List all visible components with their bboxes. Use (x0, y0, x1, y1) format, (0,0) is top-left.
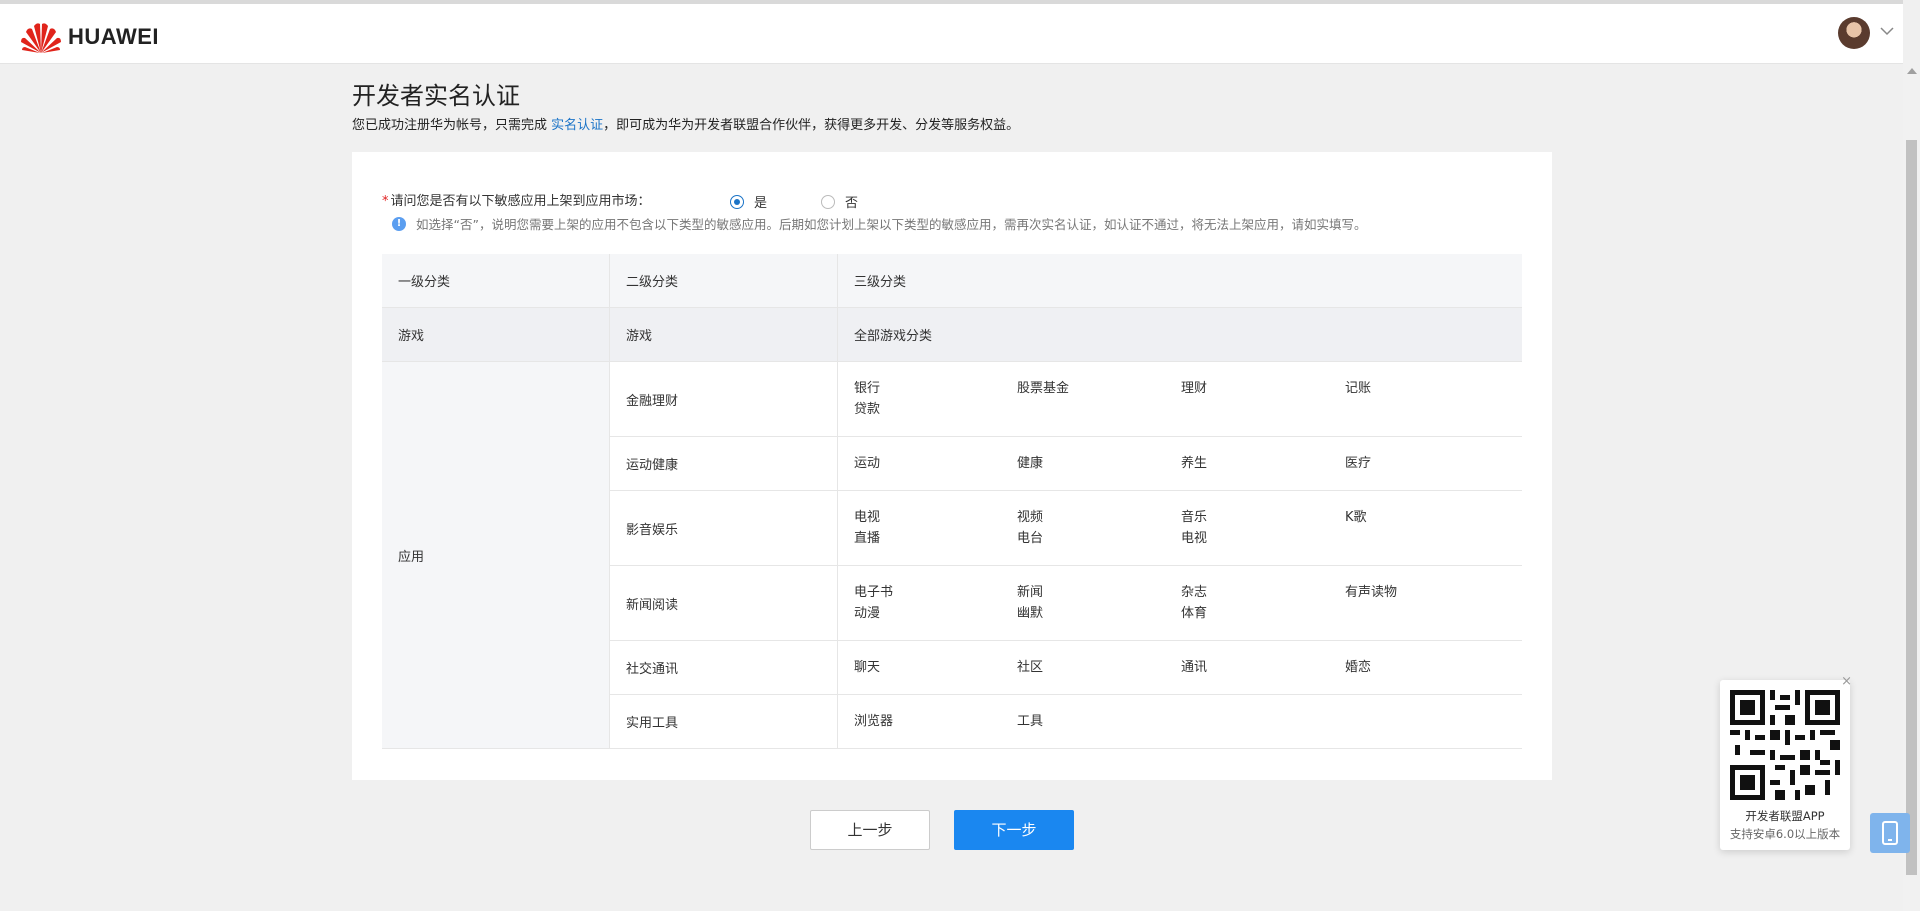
level3-item: 体育 (1181, 605, 1208, 621)
cell-app-level1: 应用 (382, 361, 610, 749)
level3-item: 银行 (854, 380, 881, 396)
real-name-auth-link[interactable]: 实名认证 (551, 118, 603, 133)
intro-text: 您已成功注册华为帐号，只需完成 实名认证，即可成为华为开发者联盟合作伙伴，获得更… (352, 114, 1019, 133)
hint-text: ! 如选择“否”，说明您需要上架的应用不包含以下类型的敏感应用。后期如您计划上架… (392, 214, 1366, 233)
cell-level2: 影音娱乐 (609, 490, 838, 566)
question-label: 请问您是否有以下敏感应用上架到应用市场： (390, 194, 651, 209)
level3-item: 有声读物 (1345, 584, 1398, 600)
cell-level2: 金融理财 (609, 361, 838, 437)
form-card: * 请问您是否有以下敏感应用上架到应用市场： 是 否 ! 如选择“否”，说明您需要… (352, 152, 1552, 780)
level3-item: 医疗 (1345, 455, 1372, 471)
radio-yes-label: 是 (754, 196, 768, 211)
header-level3: 三级分类 (837, 254, 1522, 308)
page-title: 开发者实名认证 (352, 82, 520, 110)
yes-no-radio-group: 是 否 (730, 192, 912, 211)
info-icon: ! (392, 216, 406, 231)
level3-item: 通讯 (1181, 659, 1208, 675)
phone-icon (1882, 821, 1898, 845)
huawei-logo[interactable]: HUAWEI (20, 20, 159, 54)
level3-item: 直播 (854, 530, 881, 546)
table-header-row: 一级分类 二级分类 三级分类 (382, 254, 1522, 308)
cell-level3: 电视 视频 音乐 K歌 直播 电台 电视 (837, 490, 1522, 566)
cell-level3: 电子书 新闻 杂志 有声读物 动漫 幽默 体育 (837, 565, 1522, 641)
top-navbar: HUAWEI (0, 0, 1903, 64)
level3-item: 动漫 (854, 605, 881, 621)
cell-game-level1: 游戏 (382, 307, 610, 362)
logo-text: HUAWEI (68, 24, 159, 49)
scroll-up-arrow-icon[interactable] (1907, 68, 1917, 74)
level3-item: 记账 (1345, 380, 1372, 396)
intro-after: ，即可成为华为开发者联盟合作伙伴，获得更多开发、分发等服务权益。 (603, 118, 1020, 133)
level3-item: 工具 (1017, 713, 1044, 729)
level3-item: 运动 (854, 455, 881, 471)
radio-no-label: 否 (845, 196, 859, 211)
level3-item: 新闻 (1017, 584, 1044, 600)
qr-title: 开发者联盟APP (1745, 809, 1825, 823)
header-level2: 二级分类 (609, 254, 838, 308)
intro-before: 您已成功注册华为帐号，只需完成 (352, 118, 552, 133)
level3-item: 社区 (1017, 659, 1044, 675)
radio-yes-circle[interactable] (730, 194, 744, 209)
level3-item: 视频 (1017, 509, 1044, 525)
huawei-flower-icon (21, 23, 61, 53)
level3-item: 健康 (1017, 455, 1044, 471)
app-qr-popup: × 开发者联盟APP 支持安卓6.0以上版本 (1720, 674, 1852, 850)
level3-item: 电视 (854, 509, 881, 525)
close-icon[interactable]: × (1841, 674, 1852, 689)
level3-item: 电视 (1181, 530, 1208, 546)
level3-item: 理财 (1181, 380, 1208, 396)
cell-level3: 银行 股票基金 理财 记账 贷款 (837, 361, 1522, 437)
cell-level3: 聊天 社区 通讯 婚恋 (837, 640, 1522, 695)
sensitive-app-question: * 请问您是否有以下敏感应用上架到应用市场： (382, 190, 651, 209)
level3-item: K歌 (1345, 509, 1367, 525)
required-mark: * (382, 194, 389, 209)
qr-code-icon (1730, 690, 1840, 800)
page-scrollbar[interactable] (1903, 60, 1920, 911)
cell-level2: 社交通讯 (609, 640, 838, 695)
level3-item: 婚恋 (1345, 659, 1372, 675)
level3-item: 养生 (1181, 455, 1208, 471)
header-level1: 一级分类 (382, 254, 610, 308)
cell-game-level2: 游戏 (609, 307, 838, 362)
category-table: 一级分类 二级分类 三级分类 游戏 游戏 全部游戏分类 应用 金融理财 银行 股… (382, 254, 1522, 749)
cell-level2: 运动健康 (609, 436, 838, 491)
level3-item: 幽默 (1017, 605, 1044, 621)
level3-item: 杂志 (1181, 584, 1208, 600)
cell-game-level3: 全部游戏分类 (837, 307, 1522, 362)
radio-yes[interactable]: 是 (730, 192, 767, 211)
table-row-game: 游戏 游戏 全部游戏分类 (382, 307, 1522, 362)
level3-item: 电子书 (854, 584, 894, 600)
mobile-app-button[interactable] (1870, 813, 1910, 853)
cell-level3: 浏览器 工具 (837, 694, 1522, 749)
level3-item: 聊天 (854, 659, 881, 675)
radio-no-circle[interactable] (821, 194, 836, 209)
hint-label: 如选择“否”，说明您需要上架的应用不包含以下类型的敏感应用。后期如您计划上架以下… (416, 217, 1367, 232)
scrollbar-thumb[interactable] (1906, 140, 1917, 875)
chevron-down-icon[interactable] (1880, 26, 1894, 36)
previous-step-button[interactable]: 上一步 (810, 810, 930, 850)
cell-level3: 运动 健康 养生 医疗 (837, 436, 1522, 491)
cell-level2: 新闻阅读 (609, 565, 838, 641)
cell-level2: 实用工具 (609, 694, 838, 749)
level3-item: 浏览器 (854, 713, 894, 729)
level3-item: 音乐 (1181, 509, 1208, 525)
qr-subtitle: 支持安卓6.0以上版本 (1729, 827, 1841, 841)
level3-item: 电台 (1017, 530, 1044, 546)
user-avatar[interactable] (1838, 17, 1870, 49)
radio-no[interactable]: 否 (821, 192, 858, 211)
table-row: 应用 金融理财 银行 股票基金 理财 记账 贷款 (382, 361, 1522, 749)
level3-item: 股票基金 (1017, 380, 1070, 396)
level3-item: 贷款 (854, 401, 881, 417)
next-step-button[interactable]: 下一步 (954, 810, 1074, 850)
